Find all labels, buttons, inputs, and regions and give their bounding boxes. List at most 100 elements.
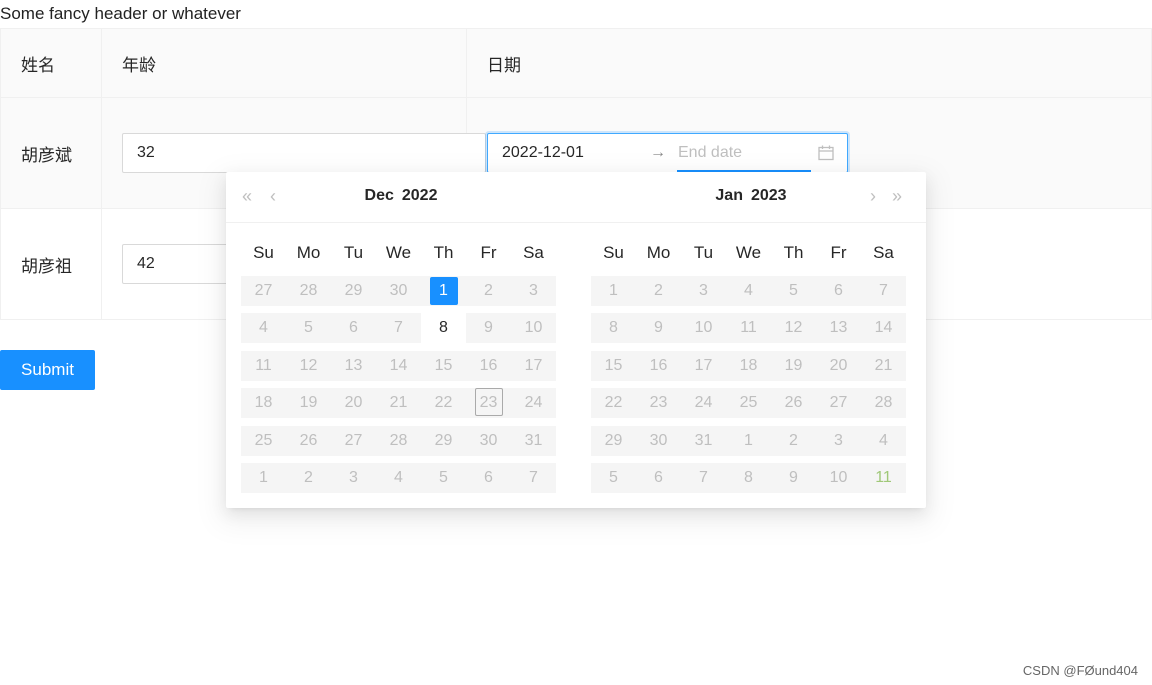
calendar-day[interactable]: 15 xyxy=(591,350,636,381)
calendar-day[interactable]: 4 xyxy=(376,463,421,493)
end-date-input[interactable]: End date xyxy=(678,144,806,162)
calendar-day[interactable]: 30 xyxy=(466,425,511,456)
calendar-day[interactable]: 1 xyxy=(421,275,466,306)
calendar-day[interactable]: 24 xyxy=(511,388,556,418)
calendar-day[interactable]: 7 xyxy=(861,275,906,306)
calendar-day[interactable]: 3 xyxy=(816,425,861,456)
submit-button[interactable]: Submit xyxy=(0,350,95,390)
calendar-day-number: 11 xyxy=(740,319,757,336)
calendar-day[interactable]: 26 xyxy=(286,425,331,456)
calendar-day[interactable]: 28 xyxy=(861,388,906,418)
calendar-day[interactable]: 2 xyxy=(286,463,331,493)
calendar-day[interactable]: 8 xyxy=(591,313,636,343)
calendar-day[interactable]: 13 xyxy=(331,350,376,381)
calendar-day[interactable]: 22 xyxy=(421,388,466,418)
calendar-day[interactable]: 8 xyxy=(421,313,466,343)
calendar-day[interactable]: 9 xyxy=(771,463,816,493)
calendar-day[interactable]: 2 xyxy=(466,275,511,306)
calendar-day[interactable]: 4 xyxy=(861,425,906,456)
calendar-day[interactable]: 14 xyxy=(861,313,906,343)
calendar-day[interactable]: 26 xyxy=(771,388,816,418)
calendar-day[interactable]: 19 xyxy=(286,388,331,418)
calendar-day[interactable]: 29 xyxy=(331,275,376,306)
calendar-day[interactable]: 10 xyxy=(681,313,726,343)
calendar-day[interactable]: 11 xyxy=(861,463,906,493)
calendar-day[interactable]: 10 xyxy=(511,313,556,343)
calendar-day[interactable]: 18 xyxy=(726,350,771,381)
year-button[interactable]: 2023 xyxy=(751,187,787,204)
calendar-day[interactable]: 6 xyxy=(636,463,681,493)
calendar-day[interactable]: 1 xyxy=(241,463,286,493)
calendar-day[interactable]: 1 xyxy=(591,275,636,306)
calendar-weeks: 27 28 29 30 1 2 3 4 5 6 7 8 9 10 11 12 13 14 15 16 17 18 19 20 2… xyxy=(241,275,556,493)
calendar-day[interactable]: 11 xyxy=(241,350,286,381)
calendar-day[interactable]: 6 xyxy=(331,313,376,343)
calendar-day[interactable]: 12 xyxy=(771,313,816,343)
calendar-day[interactable]: 29 xyxy=(421,425,466,456)
calendar-day[interactable]: 6 xyxy=(816,275,861,306)
date-range-picker[interactable]: 2022-12-01 → End date xyxy=(487,133,848,173)
calendar-day[interactable]: 6 xyxy=(466,463,511,493)
weekday-label: Tu xyxy=(343,243,364,262)
calendar-day[interactable]: 12 xyxy=(286,350,331,381)
calendar-day[interactable]: 20 xyxy=(816,350,861,381)
calendar-day[interactable]: 8 xyxy=(726,463,771,493)
start-date-input[interactable]: 2022-12-01 xyxy=(502,144,638,162)
calendar-day[interactable]: 3 xyxy=(511,275,556,306)
calendar-day[interactable]: 13 xyxy=(816,313,861,343)
calendar-day[interactable]: 3 xyxy=(681,275,726,306)
calendar-day[interactable]: 7 xyxy=(511,463,556,493)
calendar-day[interactable]: 5 xyxy=(286,313,331,343)
calendar-day[interactable]: 14 xyxy=(376,350,421,381)
calendar-day[interactable]: 4 xyxy=(726,275,771,306)
calendar-day[interactable]: 5 xyxy=(421,463,466,493)
age-input[interactable] xyxy=(122,133,486,173)
calendar-day[interactable]: 5 xyxy=(771,275,816,306)
calendar-day[interactable]: 27 xyxy=(241,275,286,306)
calendar-day[interactable]: 20 xyxy=(331,388,376,418)
calendar-day[interactable]: 15 xyxy=(421,350,466,381)
year-button[interactable]: 2022 xyxy=(402,187,438,204)
calendar-day[interactable]: 28 xyxy=(376,425,421,456)
next-month-icon[interactable]: › xyxy=(870,186,876,206)
calendar-day[interactable]: 9 xyxy=(466,313,511,343)
calendar-day[interactable]: 3 xyxy=(331,463,376,493)
calendar-day[interactable]: 27 xyxy=(331,425,376,456)
calendar-day[interactable]: 17 xyxy=(681,350,726,381)
calendar-day[interactable]: 23 xyxy=(636,388,681,418)
calendar-day[interactable]: 30 xyxy=(376,275,421,306)
calendar-day[interactable]: 11 xyxy=(726,313,771,343)
calendar-day[interactable]: 19 xyxy=(771,350,816,381)
calendar-day[interactable]: 7 xyxy=(376,313,421,343)
calendar-day[interactable]: 28 xyxy=(286,275,331,306)
calendar-day[interactable]: 29 xyxy=(591,425,636,456)
super-next-icon[interactable]: » xyxy=(892,186,902,206)
calendar-day[interactable]: 18 xyxy=(241,388,286,418)
calendar-day[interactable]: 31 xyxy=(681,425,726,456)
calendar-day[interactable]: 21 xyxy=(861,350,906,381)
calendar-day[interactable]: 23 xyxy=(466,388,511,418)
calendar-day[interactable]: 22 xyxy=(591,388,636,418)
calendar-day[interactable]: 2 xyxy=(771,425,816,456)
calendar-day[interactable]: 25 xyxy=(726,388,771,418)
calendar-day[interactable]: 21 xyxy=(376,388,421,418)
calendar-day[interactable]: 5 xyxy=(591,463,636,493)
calendar-day[interactable]: 4 xyxy=(241,313,286,343)
calendar-day[interactable]: 16 xyxy=(636,350,681,381)
calendar-day[interactable]: 16 xyxy=(466,350,511,381)
month-button[interactable]: Jan xyxy=(715,187,743,204)
calendar-day-number: 1 xyxy=(744,431,753,449)
calendar-day[interactable]: 30 xyxy=(636,425,681,456)
calendar-day[interactable]: 10 xyxy=(816,463,861,493)
calendar-day[interactable]: 31 xyxy=(511,425,556,456)
calendar-day[interactable]: 27 xyxy=(816,388,861,418)
calendar-day[interactable]: 24 xyxy=(681,388,726,418)
calendar-day[interactable]: 25 xyxy=(241,425,286,456)
month-button[interactable]: Dec xyxy=(365,187,394,204)
calendar-header: Jan 2023 › » xyxy=(576,172,926,223)
calendar-day[interactable]: 2 xyxy=(636,275,681,306)
calendar-day[interactable]: 9 xyxy=(636,313,681,343)
calendar-day[interactable]: 1 xyxy=(726,425,771,456)
calendar-day[interactable]: 7 xyxy=(681,463,726,493)
calendar-day[interactable]: 17 xyxy=(511,350,556,381)
